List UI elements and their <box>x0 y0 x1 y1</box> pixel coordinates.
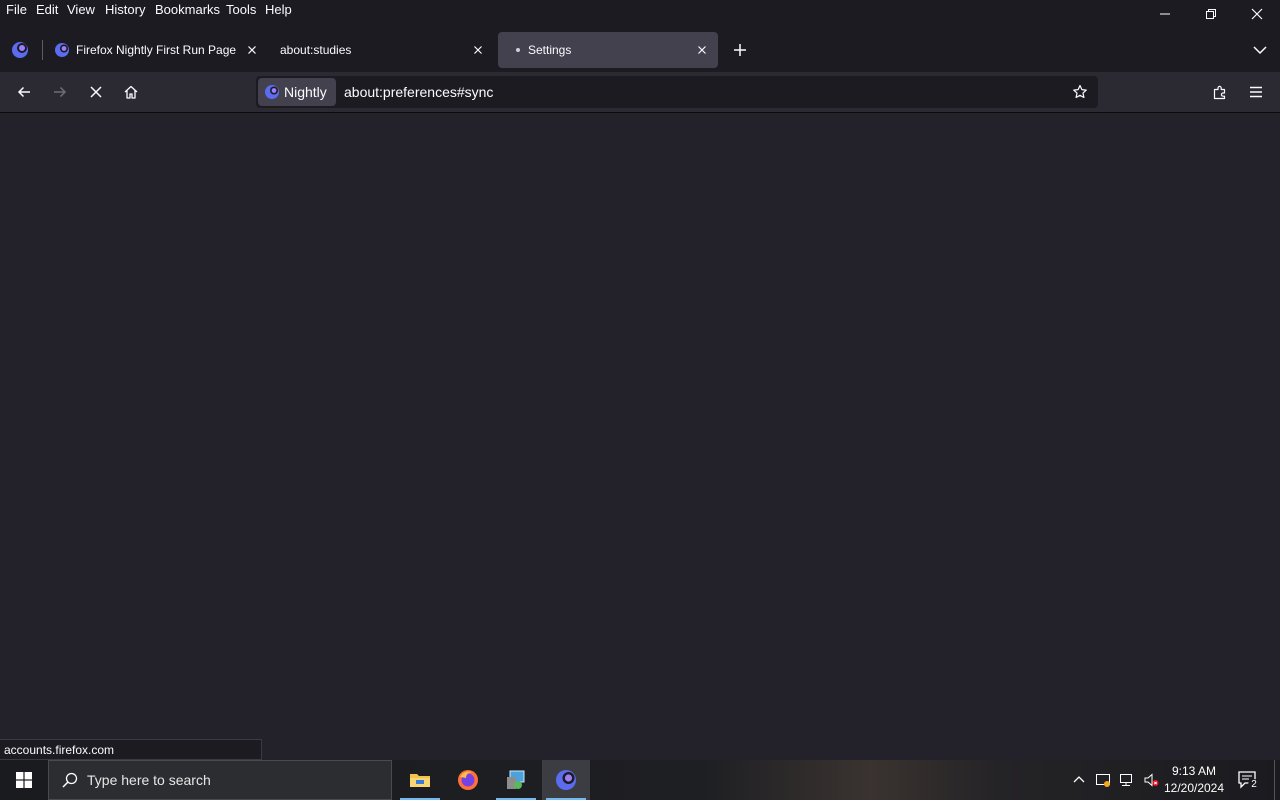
menu-help[interactable]: Help <box>265 2 292 17</box>
identity-label: Nightly <box>284 84 327 100</box>
clock-date: 12/20/2024 <box>1163 781 1225 795</box>
search-icon <box>61 771 79 789</box>
restore-icon <box>1205 8 1217 20</box>
tab-label: about:studies <box>280 43 352 57</box>
volume-muted-icon[interactable] <box>1143 772 1159 788</box>
puzzle-icon <box>1212 84 1228 100</box>
arrow-right-icon <box>52 84 68 100</box>
list-all-tabs-button[interactable] <box>1250 40 1270 60</box>
menu-edit[interactable]: Edit <box>36 2 58 17</box>
close-tab-icon[interactable] <box>470 42 486 58</box>
url-bar[interactable]: Nightly about:preferences#sync <box>256 76 1098 108</box>
tab-label: Firefox Nightly First Run Page <box>76 43 237 57</box>
status-panel: accounts.firefox.com <box>0 739 262 760</box>
extensions-button[interactable] <box>1206 78 1234 106</box>
taskbar-file-explorer[interactable] <box>396 760 444 800</box>
clock-time: 9:13 AM <box>1171 764 1217 778</box>
forward-button[interactable] <box>46 78 74 106</box>
url-input[interactable]: about:preferences#sync <box>344 84 493 100</box>
show-desktop-button[interactable] <box>1274 760 1280 800</box>
menu-tools[interactable]: Tools <box>226 2 256 17</box>
taskbar-firefox-nightly[interactable] <box>542 760 590 800</box>
close-tab-icon[interactable] <box>694 42 710 58</box>
system-clock[interactable]: 9:13 AM 12/20/2024 <box>1158 763 1230 797</box>
arrow-left-icon <box>16 84 32 100</box>
tab-strip: Firefox Nightly First Run Page about:stu… <box>0 28 1280 72</box>
plus-icon <box>730 40 750 60</box>
menu-file[interactable]: File <box>6 2 27 17</box>
stop-icon <box>88 84 104 100</box>
menu-history[interactable]: History <box>105 2 145 17</box>
taskbar-search[interactable]: Type here to search <box>48 760 392 800</box>
close-tab-icon[interactable] <box>244 42 260 58</box>
tab-firefox-first-run[interactable]: Firefox Nightly First Run Page <box>46 32 268 68</box>
star-icon <box>1072 84 1088 100</box>
page-content <box>0 113 1280 760</box>
taskbar-control-panel[interactable] <box>492 760 540 800</box>
close-window-button[interactable] <box>1234 0 1280 28</box>
app-menu-button[interactable] <box>1242 78 1270 106</box>
tab-label: Settings <box>528 43 572 57</box>
home-button[interactable] <box>117 78 145 106</box>
hamburger-icon <box>1248 84 1264 100</box>
firefox-view-button[interactable] <box>10 40 30 60</box>
bookmark-star-button[interactable] <box>1068 80 1092 104</box>
notification-count-badge: 2 <box>1248 779 1260 791</box>
stop-button[interactable] <box>82 78 110 106</box>
new-tab-button[interactable] <box>730 40 750 60</box>
nav-bar: Nightly about:preferences#sync <box>0 72 1280 113</box>
firefox-nightly-icon <box>554 768 578 792</box>
control-panel-icon <box>504 768 528 792</box>
close-icon <box>1251 8 1263 20</box>
tab-about-studies[interactable]: about:studies <box>272 32 494 68</box>
search-placeholder: Type here to search <box>87 772 211 788</box>
menu-view[interactable]: View <box>67 2 95 17</box>
file-explorer-icon <box>408 768 432 792</box>
identity-box[interactable]: Nightly <box>258 78 336 106</box>
minimize-icon <box>1159 8 1171 20</box>
tab-separator <box>42 40 43 60</box>
chevron-down-icon <box>1250 40 1270 60</box>
security-warning-icon[interactable] <box>1095 772 1111 788</box>
taskbar-firefox[interactable] <box>444 760 492 800</box>
nightly-icon <box>264 84 280 100</box>
tab-settings[interactable]: Settings <box>498 32 718 68</box>
taskbar: Type here to search 9:13 AM 12/20/2024 2 <box>0 760 1280 800</box>
firefox-icon <box>456 768 480 792</box>
tray-chevron-up-icon[interactable] <box>1071 772 1087 788</box>
restore-button[interactable] <box>1188 0 1234 28</box>
nightly-icon <box>10 40 30 60</box>
minimize-button[interactable] <box>1142 0 1188 28</box>
menu-bar: File Edit View History Bookmarks Tools H… <box>0 0 1280 22</box>
action-center-button[interactable]: 2 <box>1236 768 1260 792</box>
nightly-icon <box>54 42 70 58</box>
start-button[interactable] <box>0 760 48 800</box>
loading-dot-icon <box>516 48 520 52</box>
windows-logo-icon <box>16 772 32 788</box>
back-button[interactable] <box>10 78 38 106</box>
home-icon <box>123 84 139 100</box>
menu-bookmarks[interactable]: Bookmarks <box>155 2 220 17</box>
network-icon[interactable] <box>1119 772 1135 788</box>
